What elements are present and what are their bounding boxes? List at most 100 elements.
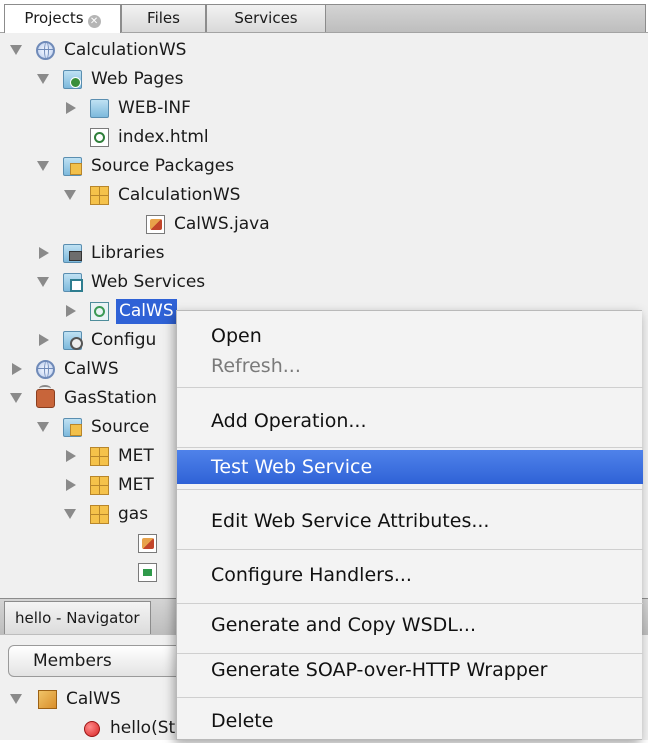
class-icon bbox=[38, 690, 57, 709]
menu-separator bbox=[177, 387, 643, 388]
tree-node-label: Source Packages bbox=[91, 156, 235, 176]
tree-node-libraries[interactable]: Libraries bbox=[0, 239, 648, 268]
tree-node-label: GasStation bbox=[64, 388, 157, 408]
globe-icon bbox=[36, 41, 55, 60]
menu-item-label: Generate SOAP-over-HTTP Wrapper bbox=[211, 659, 548, 681]
globe-icon bbox=[36, 360, 55, 379]
collapse-arrow-icon[interactable] bbox=[66, 479, 76, 491]
expand-arrow-icon[interactable] bbox=[64, 190, 76, 200]
tab-services[interactable]: Services bbox=[206, 4, 326, 32]
context-menu: Open Refresh... Add Operation... Test We… bbox=[176, 310, 643, 740]
package-icon bbox=[90, 476, 109, 495]
menu-item-generate-soap-wrapper[interactable]: Generate SOAP-over-HTTP Wrapper bbox=[177, 652, 643, 688]
collapse-arrow-icon[interactable] bbox=[12, 363, 22, 375]
web-services-folder-icon bbox=[63, 273, 83, 292]
source-packages-folder-icon bbox=[63, 418, 82, 437]
menu-separator bbox=[177, 447, 643, 448]
menu-item-label: Generate and Copy WSDL... bbox=[211, 614, 476, 636]
explorer-tab-bar: Projects ✕ Files Services bbox=[0, 0, 648, 33]
package-icon bbox=[90, 186, 109, 205]
html-file-icon bbox=[90, 128, 109, 147]
menu-item-label: Refresh... bbox=[211, 355, 301, 377]
method-icon bbox=[84, 721, 100, 737]
menu-item-add-operation[interactable]: Add Operation... bbox=[177, 403, 643, 439]
collapse-arrow-icon[interactable] bbox=[39, 334, 49, 346]
source-packages-folder-icon bbox=[63, 157, 82, 176]
tab-label: Files bbox=[147, 9, 180, 27]
tree-node-label: CalculationWS bbox=[118, 185, 241, 205]
menu-separator bbox=[177, 489, 643, 490]
menu-separator bbox=[177, 549, 643, 550]
tree-node-label: gas bbox=[118, 504, 149, 524]
expand-arrow-icon[interactable] bbox=[64, 509, 76, 519]
tab-projects[interactable]: Projects ✕ bbox=[4, 4, 121, 33]
folder-icon bbox=[90, 99, 109, 118]
tree-node-label: Configu bbox=[91, 330, 157, 350]
collapse-arrow-icon[interactable] bbox=[66, 305, 76, 317]
menu-item-label: Add Operation... bbox=[211, 410, 367, 432]
expand-arrow-icon[interactable] bbox=[10, 393, 22, 403]
tab-label: Projects bbox=[24, 9, 84, 27]
menu-separator bbox=[177, 697, 643, 698]
web-pages-folder-icon bbox=[63, 70, 82, 89]
tree-node-label: MET bbox=[118, 446, 154, 466]
tab-files[interactable]: Files bbox=[121, 4, 206, 32]
tree-node-index-html[interactable]: index.html bbox=[0, 123, 648, 152]
menu-item-label: Open bbox=[211, 325, 262, 347]
web-service-icon bbox=[90, 302, 109, 321]
members-filter-label: Members bbox=[33, 651, 112, 671]
tree-node-label: CalWS.java bbox=[174, 214, 270, 234]
menu-item-refresh: Refresh... bbox=[177, 351, 643, 381]
tree-node-calws-java[interactable]: CalWS.java bbox=[0, 210, 648, 239]
menu-item-test-web-service[interactable]: Test Web Service bbox=[177, 450, 643, 484]
menu-item-edit-attributes[interactable]: Edit Web Service Attributes... bbox=[177, 503, 643, 539]
expand-arrow-icon[interactable] bbox=[37, 161, 49, 171]
menu-item-delete[interactable]: Delete bbox=[177, 703, 643, 739]
expand-arrow-icon[interactable] bbox=[37, 422, 49, 432]
collapse-arrow-icon[interactable] bbox=[39, 247, 49, 259]
package-icon bbox=[90, 447, 109, 466]
java-file-icon bbox=[138, 534, 157, 553]
menu-item-configure-handlers[interactable]: Configure Handlers... bbox=[177, 557, 643, 593]
tree-node-label: CalWS bbox=[64, 359, 119, 379]
collapse-arrow-icon[interactable] bbox=[66, 102, 76, 114]
tree-node-calculationws-project[interactable]: CalculationWS bbox=[0, 36, 648, 65]
expand-arrow-icon[interactable] bbox=[10, 694, 22, 704]
tree-node-web-inf[interactable]: WEB-INF bbox=[0, 94, 648, 123]
navigator-method-label: hello(St bbox=[110, 718, 176, 738]
menu-item-open[interactable]: Open bbox=[177, 321, 643, 351]
form-file-icon bbox=[138, 563, 157, 582]
expand-arrow-icon[interactable] bbox=[37, 277, 49, 287]
package-icon bbox=[90, 505, 109, 524]
tab-navigator[interactable]: hello - Navigator bbox=[4, 601, 151, 634]
menu-item-label: Delete bbox=[211, 710, 274, 732]
expand-arrow-icon[interactable] bbox=[10, 45, 22, 55]
tree-node-label: index.html bbox=[118, 127, 209, 147]
tree-node-calculationws-package[interactable]: CalculationWS bbox=[0, 181, 648, 210]
collapse-arrow-icon[interactable] bbox=[66, 450, 76, 462]
menu-item-label: Configure Handlers... bbox=[211, 564, 412, 586]
configuration-folder-icon bbox=[63, 331, 83, 350]
navigator-title: hello - Navigator bbox=[15, 609, 140, 627]
menu-item-label: Test Web Service bbox=[211, 456, 373, 478]
tree-node-label: Web Services bbox=[91, 272, 206, 292]
tree-node-web-services[interactable]: Web Services bbox=[0, 268, 648, 297]
coffee-project-icon bbox=[36, 385, 55, 408]
tab-label: Services bbox=[234, 9, 298, 27]
tree-node-label: Web Pages bbox=[91, 69, 184, 89]
tree-node-label-selected: CalWS bbox=[116, 299, 177, 324]
tree-node-label: CalculationWS bbox=[64, 40, 187, 60]
tree-node-web-pages[interactable]: Web Pages bbox=[0, 65, 648, 94]
java-file-icon bbox=[146, 215, 165, 234]
expand-arrow-icon[interactable] bbox=[37, 74, 49, 84]
menu-separator bbox=[177, 603, 643, 604]
tree-node-label: Source bbox=[91, 417, 150, 437]
libraries-folder-icon bbox=[63, 244, 82, 263]
tree-node-label: WEB-INF bbox=[118, 98, 191, 118]
menu-item-generate-wsdl[interactable]: Generate and Copy WSDL... bbox=[177, 607, 643, 643]
navigator-class-label: CalWS bbox=[66, 689, 121, 709]
close-icon[interactable]: ✕ bbox=[87, 15, 101, 28]
tree-node-source-packages[interactable]: Source Packages bbox=[0, 152, 648, 181]
tree-node-label: MET bbox=[118, 475, 154, 495]
tree-node-label: Libraries bbox=[91, 243, 165, 263]
